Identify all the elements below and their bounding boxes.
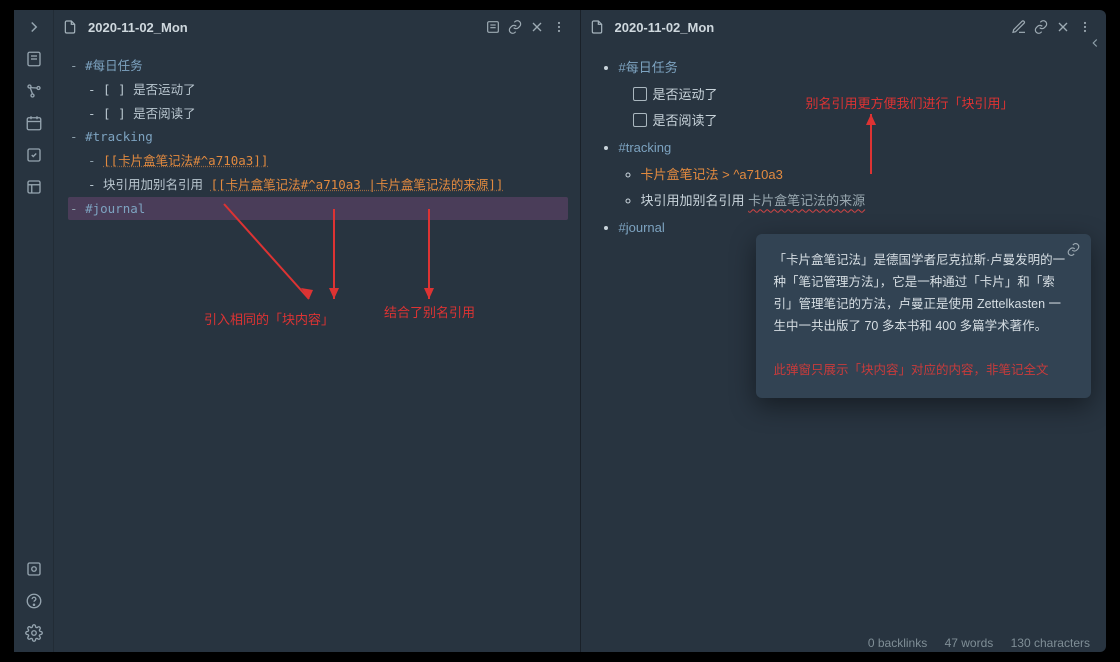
more-icon[interactable] [1074, 16, 1096, 38]
editor-line-active: - #journal [68, 197, 568, 221]
preview-tab-header: 2020-11-02_Mon [581, 10, 1107, 44]
app-window: 2020-11-02_Mon - #每日任务 - [ ] 是否运动了 - [ ]… [14, 10, 1106, 652]
status-bar: 0 backlinks 47 words 130 characters [854, 636, 1090, 650]
editor-tab-header: 2020-11-02_Mon [54, 10, 580, 44]
list-item: #每日任务 是否运动了 是否阅读了 [619, 56, 1095, 134]
activity-rail [14, 10, 54, 652]
status-words: 47 words [945, 636, 994, 650]
status-chars: 130 characters [1011, 636, 1090, 650]
rail-settings-icon[interactable] [25, 624, 43, 642]
rail-notes-icon[interactable] [25, 50, 43, 68]
editor-line: - [70, 58, 85, 73]
popover-text: 「卡片盒笔记法」是德国学者尼克拉斯·卢曼发明的一种「笔记管理方法」，它是一种通过… [774, 250, 1073, 338]
preview-title: 2020-11-02_Mon [615, 20, 1009, 35]
popover-annotation: 此弹窗只展示「块内容」对应的内容，非笔记全文 [774, 360, 1073, 380]
link-icon[interactable] [1030, 16, 1052, 38]
checkbox-icon[interactable] [633, 113, 647, 127]
block-link[interactable]: 卡片盒笔记法 > ^a710a3 [641, 167, 783, 182]
checkbox-item[interactable]: 是否运动了 [633, 83, 1095, 108]
tag[interactable]: #journal [85, 201, 145, 216]
wikilink[interactable]: [[卡片盒笔记法#^a710a3]] [103, 153, 268, 168]
editor-line: - [ ] 是否阅读了 [70, 102, 568, 126]
tag[interactable]: #每日任务 [619, 60, 678, 75]
tag[interactable]: #tracking [85, 129, 153, 144]
list-item: #tracking 卡片盒笔记法 > ^a710a3 块引用加别名引用 卡片盒笔… [619, 136, 1095, 214]
editor-pane: 2020-11-02_Mon - #每日任务 - [ ] 是否运动了 - [ ]… [54, 10, 581, 652]
annotation-text: 引入相同的「块内容」 [204, 309, 334, 334]
rail-template-icon[interactable] [25, 178, 43, 196]
rail-graph-icon[interactable] [25, 82, 43, 100]
list-item: 块引用加别名引用 卡片盒笔记法的来源 [641, 189, 1095, 214]
edit-icon[interactable] [1008, 16, 1030, 38]
editor-body[interactable]: - #每日任务 - [ ] 是否运动了 - [ ] 是否阅读了 - #track… [54, 44, 580, 652]
editor-title: 2020-11-02_Mon [88, 20, 482, 35]
tag[interactable]: #tracking [619, 140, 672, 155]
list-item: 卡片盒笔记法 > ^a710a3 [641, 163, 1095, 188]
editor-line: - [ ] 是否运动了 [70, 78, 568, 102]
close-icon[interactable] [526, 16, 548, 38]
file-icon [62, 19, 78, 35]
preview-pane: 2020-11-02_Mon #每日任务 是否运动了 是否阅读了 #tracki… [581, 10, 1107, 652]
tag[interactable]: #journal [619, 220, 665, 235]
rail-chevron-icon[interactable] [25, 18, 43, 36]
rail-help-icon[interactable] [25, 592, 43, 610]
checkbox-item[interactable]: 是否阅读了 [633, 109, 1095, 134]
rail-daily-icon[interactable] [25, 146, 43, 164]
close-icon[interactable] [1052, 16, 1074, 38]
file-icon [589, 19, 605, 35]
collapse-right-icon[interactable] [1088, 36, 1102, 55]
popover-link-icon[interactable] [1066, 242, 1081, 265]
tag[interactable]: #每日任务 [85, 58, 143, 73]
link-icon[interactable] [504, 16, 526, 38]
alias-link[interactable]: 卡片盒笔记法的来源 [748, 193, 865, 208]
editor-line: - 块引用加别名引用 [[卡片盒笔记法#^a710a3 |卡片盒笔记法的来源]] [70, 173, 568, 197]
hover-popover: 「卡片盒笔记法」是德国学者尼克拉斯·卢曼发明的一种「笔记管理方法」，它是一种通过… [756, 234, 1091, 398]
more-icon[interactable] [548, 16, 570, 38]
split-panes: 2020-11-02_Mon - #每日任务 - [ ] 是否运动了 - [ ]… [54, 10, 1106, 652]
annotation-text: 结合了别名引用 [384, 302, 475, 327]
preview-body[interactable]: #每日任务 是否运动了 是否阅读了 #tracking 卡片盒笔记法 > ^a7… [581, 44, 1107, 652]
status-backlinks[interactable]: 0 backlinks [868, 636, 927, 650]
rail-calendar-icon[interactable] [25, 114, 43, 132]
wikilink[interactable]: [[卡片盒笔记法#^a710a3 |卡片盒笔记法的来源]] [211, 177, 504, 192]
editor-line: - [70, 129, 85, 144]
rail-vault-icon[interactable] [25, 560, 43, 578]
editor-line: - [[卡片盒笔记法#^a710a3]] [70, 149, 568, 173]
toggle-preview-icon[interactable] [482, 16, 504, 38]
checkbox-icon[interactable] [633, 87, 647, 101]
